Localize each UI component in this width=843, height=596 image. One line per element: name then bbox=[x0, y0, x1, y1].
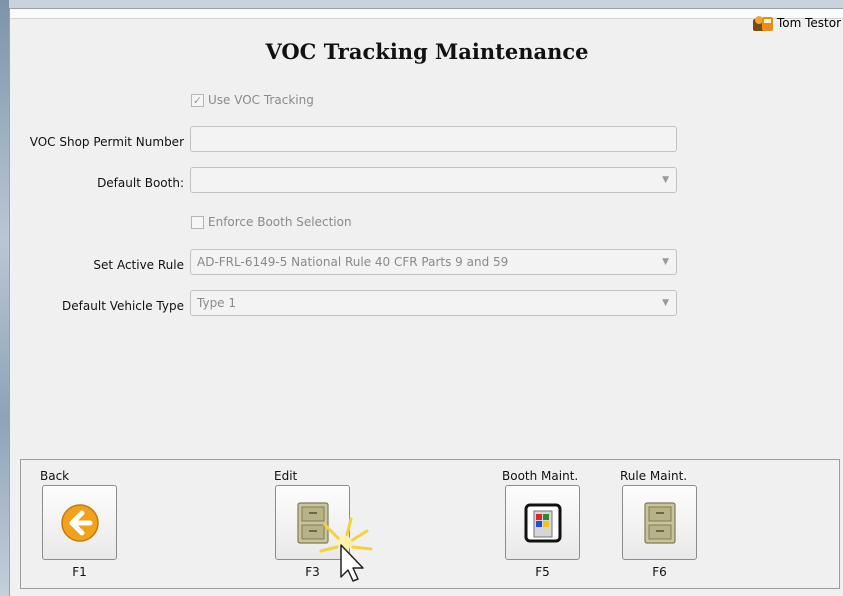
enforce-booth-label: Enforce Booth Selection bbox=[208, 215, 352, 229]
user-name: Tom Testor bbox=[776, 16, 841, 30]
f6-key-label: F6 bbox=[652, 565, 667, 579]
desktop-backdrop bbox=[0, 0, 9, 596]
booth-icon bbox=[524, 503, 561, 542]
default-booth-label: Default Booth: bbox=[97, 176, 184, 190]
enforce-booth-checkbox[interactable]: Enforce Booth Selection bbox=[191, 215, 352, 229]
user-badge[interactable]: Tom Testor bbox=[752, 13, 841, 33]
active-rule-label: Set Active Rule bbox=[93, 258, 184, 272]
user-avatar-icon bbox=[752, 16, 773, 31]
chevron-down-icon[interactable]: ▼ bbox=[662, 291, 669, 315]
file-cabinet-icon bbox=[643, 501, 676, 544]
use-voc-tracking-label: Use VOC Tracking bbox=[208, 93, 314, 107]
checkbox-box[interactable] bbox=[191, 215, 204, 229]
edit-button-label: Edit bbox=[274, 469, 298, 483]
checkbox-box[interactable]: ✓ bbox=[191, 93, 204, 107]
active-rule-select[interactable]: AD-FRL-6149-5 National Rule 40 CFR Parts… bbox=[190, 249, 677, 275]
shop-permit-input[interactable] bbox=[190, 126, 677, 152]
window-top-bar bbox=[10, 9, 843, 19]
f5-key-label: F5 bbox=[535, 565, 550, 579]
vehicle-type-value: Type 1 bbox=[197, 296, 237, 310]
back-arrow-icon bbox=[60, 503, 99, 542]
page-title: VOC Tracking Maintenance bbox=[265, 39, 589, 64]
use-voc-tracking-checkbox[interactable]: ✓ Use VOC Tracking bbox=[191, 93, 314, 107]
booth-maint-button-label: Booth Maint. bbox=[502, 469, 579, 483]
active-rule-value: AD-FRL-6149-5 National Rule 40 CFR Parts… bbox=[197, 255, 509, 269]
f1-key-label: F1 bbox=[72, 565, 87, 579]
function-key-panel: Back F1 Edit F3 Booth Maint. F5 Rule Mai… bbox=[20, 459, 840, 589]
vehicle-type-select[interactable]: Type 1 ▼ bbox=[190, 290, 677, 316]
back-button[interactable] bbox=[42, 485, 117, 560]
shop-permit-label: VOC Shop Permit Number bbox=[29, 135, 184, 149]
chevron-down-icon[interactable]: ▼ bbox=[662, 168, 669, 192]
rule-maint-button[interactable] bbox=[622, 485, 697, 560]
back-button-label: Back bbox=[40, 469, 70, 483]
default-booth-select[interactable]: ▼ bbox=[190, 167, 677, 193]
booth-maint-button[interactable] bbox=[505, 485, 580, 560]
chevron-down-icon[interactable]: ▼ bbox=[662, 250, 669, 274]
rule-maint-button-label: Rule Maint. bbox=[620, 469, 688, 483]
vehicle-type-label: Default Vehicle Type bbox=[62, 299, 184, 313]
f3-key-label: F3 bbox=[305, 565, 320, 579]
